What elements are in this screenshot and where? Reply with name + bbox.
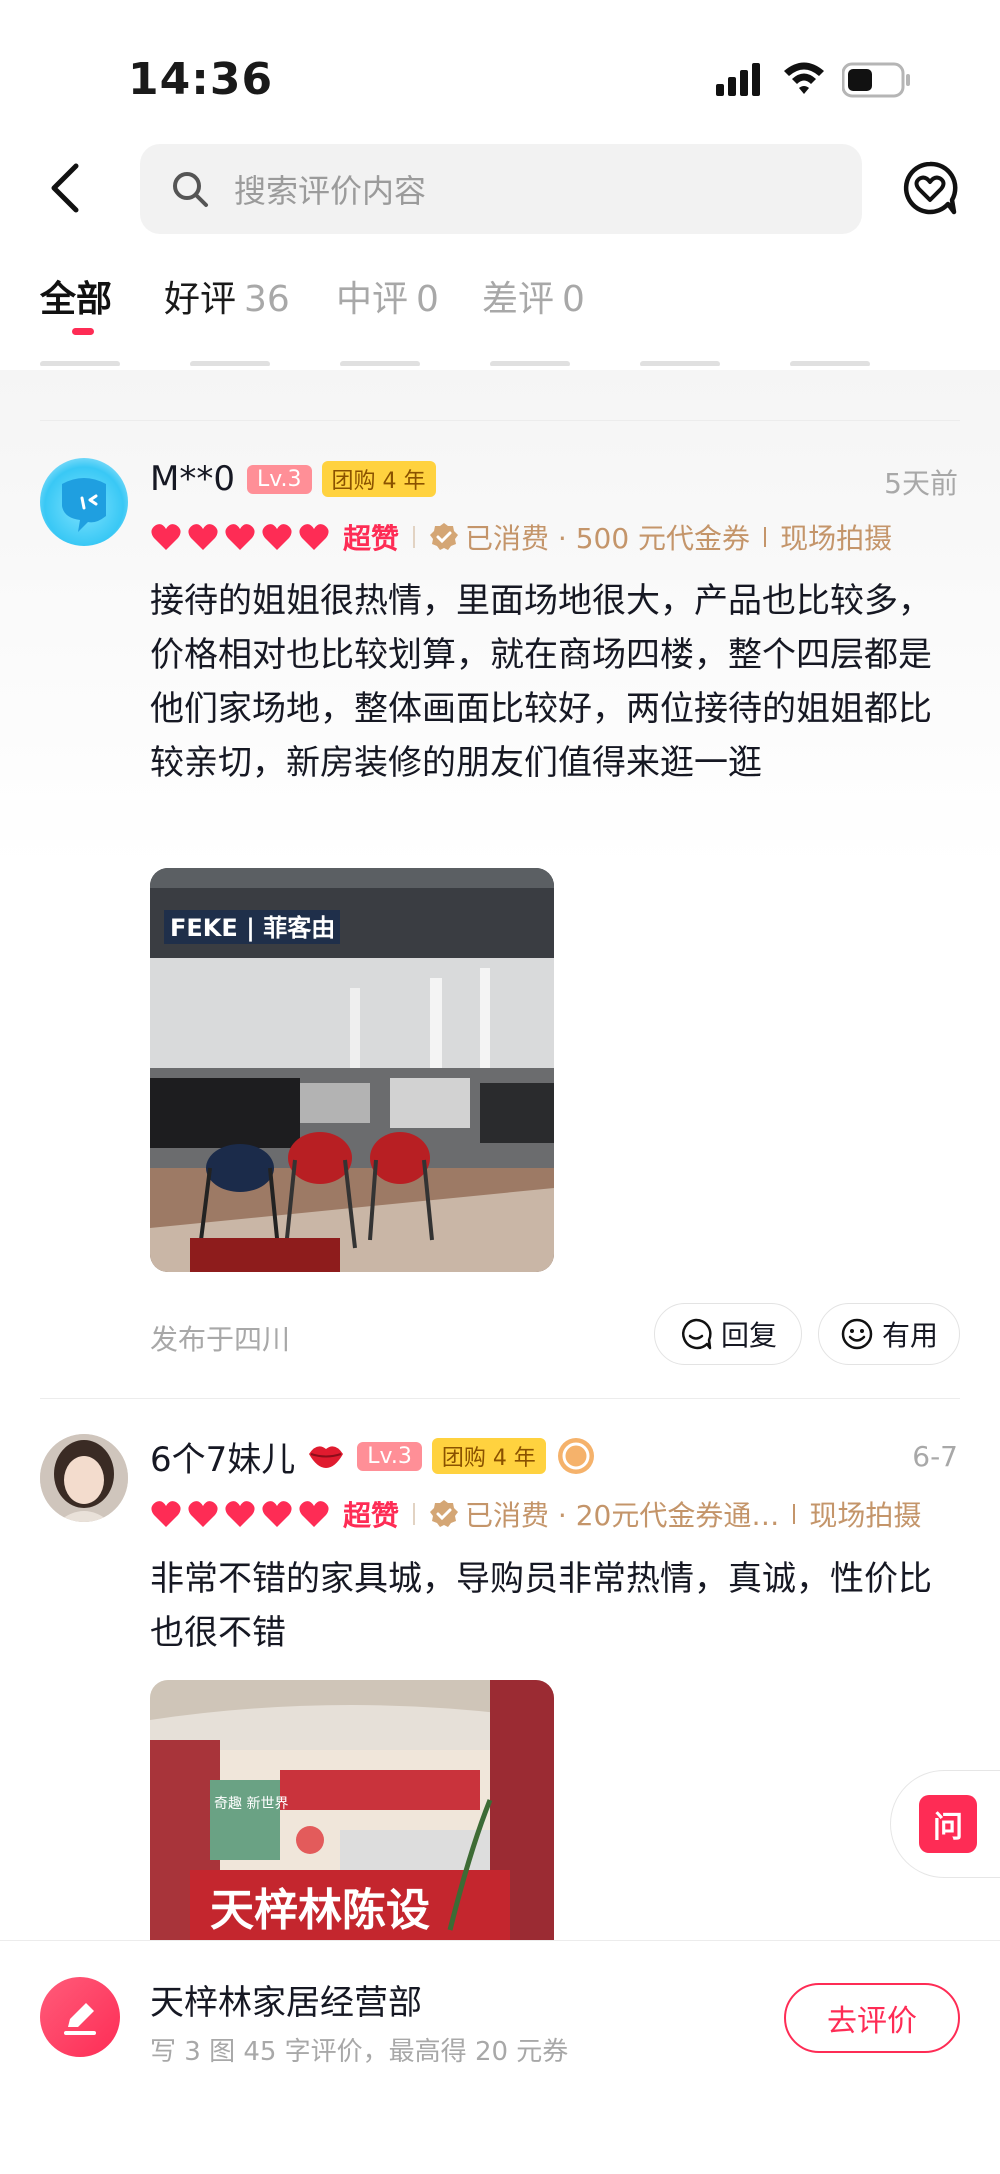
rating-word: 超赞 — [343, 1499, 400, 1532]
review-text: 接待的姐姐很热情，里面场地很大，产品也比较多，价格相对也比较划算，就在商场四楼，… — [150, 581, 932, 783]
smile-icon — [841, 1318, 873, 1350]
store-sign: FEKE | 菲客由 — [170, 914, 335, 942]
reply-button[interactable]: 回复 — [654, 1303, 802, 1365]
reward-hint: 写 3 图 45 字评价，最高得 20 元券 — [150, 2037, 569, 2067]
photo-tag: 现场拍摄 — [809, 1499, 922, 1532]
useful-button[interactable]: 有用 — [818, 1303, 960, 1365]
user-line: 6个7妹儿 Lv.3 团购 4 年 — [150, 1432, 596, 1480]
verified-icon — [430, 1500, 459, 1527]
divider — [40, 420, 960, 421]
rating-line: 超赞 已消费 · 20元代金券通… 现场拍摄 — [150, 1492, 921, 1536]
search-placeholder: 搜索评价内容 — [234, 172, 427, 210]
review-text: 非常不错的家具城，导购员非常热情，真诚，性价比也很不错 — [150, 1559, 932, 1653]
tab-all[interactable]: 全部 — [40, 270, 112, 322]
heart-icon — [299, 1501, 329, 1527]
location-text: 发布于四川 — [150, 1323, 291, 1356]
heart-icon — [188, 524, 218, 550]
tab-count: 36 — [244, 279, 290, 320]
pencil-icon — [64, 2003, 96, 2035]
comment-icon — [682, 1318, 712, 1350]
heart-icon — [299, 524, 329, 550]
search-input[interactable]: 搜索评价内容 — [140, 144, 862, 234]
signal-icon — [716, 63, 760, 96]
verified-icon — [430, 523, 459, 550]
group-buy-badge: 团购 4 年 — [431, 1438, 546, 1474]
level-badge: Lv.3 — [357, 1441, 422, 1471]
consume-info: 已消费 · 500 元代金券 — [465, 522, 751, 555]
tab-indicator — [72, 328, 94, 335]
tab-label: 差评 — [482, 279, 555, 320]
user-line: M**0 Lv.3 团购 4 年 — [150, 455, 446, 503]
battery-icon — [842, 62, 910, 98]
tab-count: 0 — [562, 279, 585, 320]
storefront-photo: 奇趣 新世界 天梓林陈设 — [150, 1680, 554, 1940]
back-icon[interactable] — [44, 160, 88, 216]
heart-icon — [225, 1501, 255, 1527]
separator — [413, 1503, 416, 1525]
level-badge: Lv.3 — [246, 464, 312, 494]
rating-line: 超赞 已消费 · 500 元代金券 现场拍摄 — [150, 515, 892, 559]
avatar[interactable] — [40, 1434, 128, 1522]
search-icon — [173, 172, 208, 207]
tab-label: 中评 — [336, 279, 409, 320]
heart-icon — [151, 524, 181, 550]
photo-tag: 现场拍摄 — [780, 522, 893, 555]
review-date: 5天前 — [884, 467, 958, 500]
lips-emoji-icon — [309, 1446, 344, 1468]
avatar-portrait-icon — [40, 1434, 128, 1522]
user-name[interactable]: 6个7妹儿 — [150, 1432, 295, 1481]
status-bar: 14:36 — [0, 0, 1000, 150]
store-name: 天梓林家居经营部 — [150, 1983, 422, 2023]
review-tabs: 全部 好评 36 中评 0 差评 0 — [0, 270, 1000, 340]
review-photo[interactable]: 奇趣 新世界 天梓林陈设 — [150, 1680, 554, 1940]
medal-icon — [557, 1438, 594, 1474]
tab-label: 全部 — [40, 279, 113, 320]
group-buy-badge: 团购 4 年 — [321, 461, 436, 497]
avatar-mascot-icon — [62, 478, 106, 532]
separator — [413, 526, 416, 548]
heart-icon — [262, 1501, 292, 1527]
tab-negative[interactable]: 差评 0 — [482, 270, 585, 322]
avatar[interactable] — [40, 458, 128, 546]
tab-label: 好评 — [164, 279, 237, 320]
tag-strip — [40, 352, 960, 366]
separator — [793, 1504, 796, 1524]
bottom-review-bar: 天梓林家居经营部 写 3 图 45 字评价，最高得 20 元券 去评价 — [0, 1940, 1000, 2174]
separator — [764, 527, 767, 547]
go-review-button[interactable]: 去评价 — [784, 1983, 960, 2053]
review-date: 6-7 — [912, 1440, 958, 1473]
store-sign: 天梓林陈设 — [210, 1885, 430, 1936]
tab-neutral[interactable]: 中评 0 — [336, 270, 439, 322]
tab-positive[interactable]: 好评 36 — [164, 270, 290, 322]
write-review-icon[interactable] — [40, 1977, 120, 2057]
consume-info: 已消费 · 20元代金券通… — [465, 1499, 780, 1532]
ask-icon: 问 — [919, 1795, 977, 1853]
reply-label: 回复 — [720, 1319, 777, 1352]
heart-chat-icon[interactable] — [902, 160, 958, 216]
review-photo[interactable]: FEKE | 菲客由 — [150, 868, 554, 1272]
heart-rating — [150, 1499, 335, 1529]
wifi-icon — [784, 62, 824, 94]
useful-label: 有用 — [881, 1319, 938, 1352]
ask-button[interactable]: 问 — [890, 1770, 1000, 1878]
showroom-photo: FEKE | 菲客由 — [150, 868, 554, 1272]
user-name[interactable]: M**0 — [150, 459, 235, 499]
status-time: 14:36 — [128, 54, 274, 105]
rating-word: 超赞 — [343, 522, 400, 555]
heart-rating — [150, 522, 335, 552]
wall-sign: 奇趣 新世界 — [214, 1795, 288, 1812]
tab-count: 0 — [416, 279, 439, 320]
heart-icon — [262, 524, 292, 550]
heart-icon — [151, 1501, 181, 1527]
heart-icon — [188, 1501, 218, 1527]
divider — [40, 1398, 960, 1399]
heart-icon — [225, 524, 255, 550]
